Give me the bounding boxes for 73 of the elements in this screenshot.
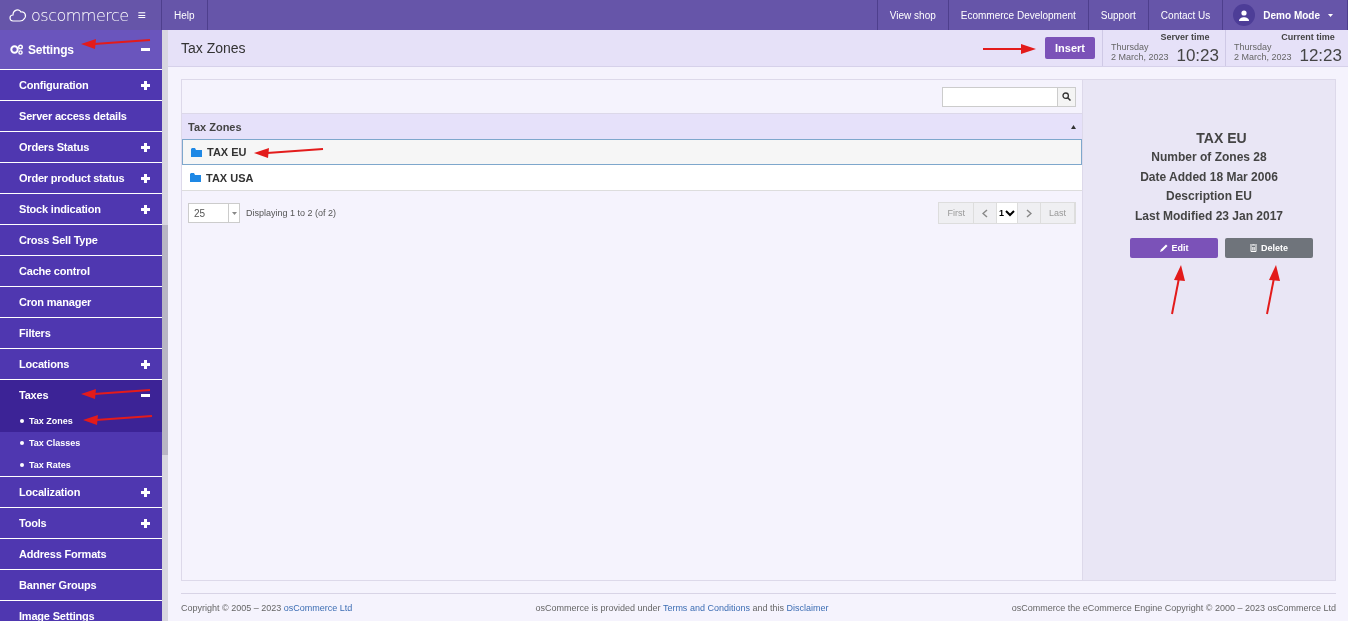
plus-icon[interactable] <box>141 173 150 183</box>
next-icon[interactable] <box>1026 208 1032 218</box>
sidebar-item[interactable]: Cron manager <box>19 296 92 308</box>
edit-button[interactable]: Edit <box>1130 238 1218 258</box>
sidebar-item[interactable]: Orders Status <box>19 141 90 153</box>
search-field[interactable] <box>942 86 1076 107</box>
caret-icon[interactable] <box>1328 13 1333 17</box>
license-text: osCommerce is provided under Terms and Conditions and this Disclaimer <box>535 602 829 613</box>
sidebar-item[interactable]: Filters <box>19 327 51 339</box>
dropdown-icon[interactable] <box>231 211 237 215</box>
user-icon <box>1239 9 1250 21</box>
folder-icon <box>191 147 202 157</box>
search-icon[interactable] <box>1062 92 1071 101</box>
zone-name: TAX EU <box>207 146 247 158</box>
sidebar-item[interactable]: Stock indication <box>19 203 101 215</box>
trash-icon <box>1250 244 1257 252</box>
menu-icon[interactable]: ≡ <box>137 7 146 23</box>
chevron-icon[interactable] <box>1005 209 1015 217</box>
terms-link[interactable]: Terms and Conditions <box>662 602 750 613</box>
page-select[interactable]: 1 <box>996 203 1018 223</box>
sidebar-item[interactable]: Banner Groups <box>19 579 97 591</box>
pencil-icon <box>1159 244 1168 252</box>
clock-date: Thursday 2 March, 2023 <box>1111 42 1170 64</box>
engine-copyright: osCommerce the eCommerce Engine Copyright © 2000 – 2023 osCommerce Ltd <box>1011 602 1336 613</box>
plus-icon[interactable] <box>141 487 150 497</box>
table-row[interactable]: TAX EU <box>182 139 1082 165</box>
detail-field: Number of Zones 28 <box>1083 148 1335 168</box>
sidebar-item[interactable]: Configuration <box>19 79 89 91</box>
sidebar-item[interactable]: Taxes <box>19 389 49 401</box>
clock-date: Thursday 2 March, 2023 <box>1234 42 1293 64</box>
minus-icon[interactable] <box>141 393 150 397</box>
plus-icon[interactable] <box>141 204 150 214</box>
clock-title: Current time <box>1280 31 1336 42</box>
sidebar-item[interactable]: Localization <box>19 486 81 498</box>
sidebar-item[interactable]: Order product status <box>19 172 125 184</box>
user-menu[interactable]: Demo Mode <box>1263 9 1320 21</box>
plus-icon[interactable] <box>141 359 150 369</box>
clock-time: 12:23 <box>1299 46 1342 66</box>
sidebar-subitem[interactable]: Tax Zones <box>0 410 162 432</box>
sidebar-item[interactable]: Cross Sell Type <box>19 234 98 246</box>
delete-button[interactable]: Delete <box>1225 238 1313 258</box>
sidebar-item[interactable]: Tools <box>19 517 47 529</box>
page-title: Tax Zones <box>180 40 246 56</box>
clock-time: 10:23 <box>1176 46 1219 66</box>
folder-icon <box>190 173 201 182</box>
detail-field: Date Added 18 Mar 2006 <box>1083 167 1335 187</box>
table-row[interactable]: TAX USA <box>182 165 1082 191</box>
detail-field: Description EU <box>1083 187 1335 207</box>
disclaimer-link[interactable]: Disclaimer <box>786 602 829 613</box>
sidebar-subitem[interactable]: Tax Classes <box>0 432 162 454</box>
clock-title: Server time <box>1159 31 1211 42</box>
sort-icon[interactable] <box>1071 124 1076 129</box>
column-header[interactable]: Tax Zones <box>188 120 242 133</box>
sidebar-heading[interactable]: Settings <box>28 42 74 57</box>
logo-text[interactable]: oscommerce <box>31 5 129 25</box>
sidebar-item[interactable]: Address Formats <box>19 548 107 560</box>
plus-icon[interactable] <box>141 80 150 90</box>
detail-field: Last Modified 23 Jan 2017 <box>1083 206 1335 226</box>
sidebar-item[interactable]: Server access details <box>19 110 127 122</box>
prev-icon[interactable] <box>981 208 988 218</box>
details-title: TAX EU <box>1196 130 1247 146</box>
insert-button[interactable]: Insert <box>1045 37 1095 59</box>
plus-icon[interactable] <box>141 142 150 152</box>
copyright-text: Copyright © 2005 – 2023 osCommerce Ltd <box>181 602 353 613</box>
sidebar-item[interactable]: Locations <box>19 358 70 370</box>
page-size-select[interactable]: 25 <box>188 203 240 223</box>
displaying-text: Displaying 1 to 2 (of 2) <box>246 208 337 218</box>
plus-icon[interactable] <box>141 518 150 528</box>
sidebar-subitem[interactable]: Tax Rates <box>0 454 162 476</box>
sidebar-item[interactable]: Cache control <box>19 265 90 277</box>
zone-name: TAX USA <box>206 171 254 184</box>
company-link[interactable]: osCommerce Ltd <box>283 602 353 613</box>
gears-icon <box>10 44 23 55</box>
